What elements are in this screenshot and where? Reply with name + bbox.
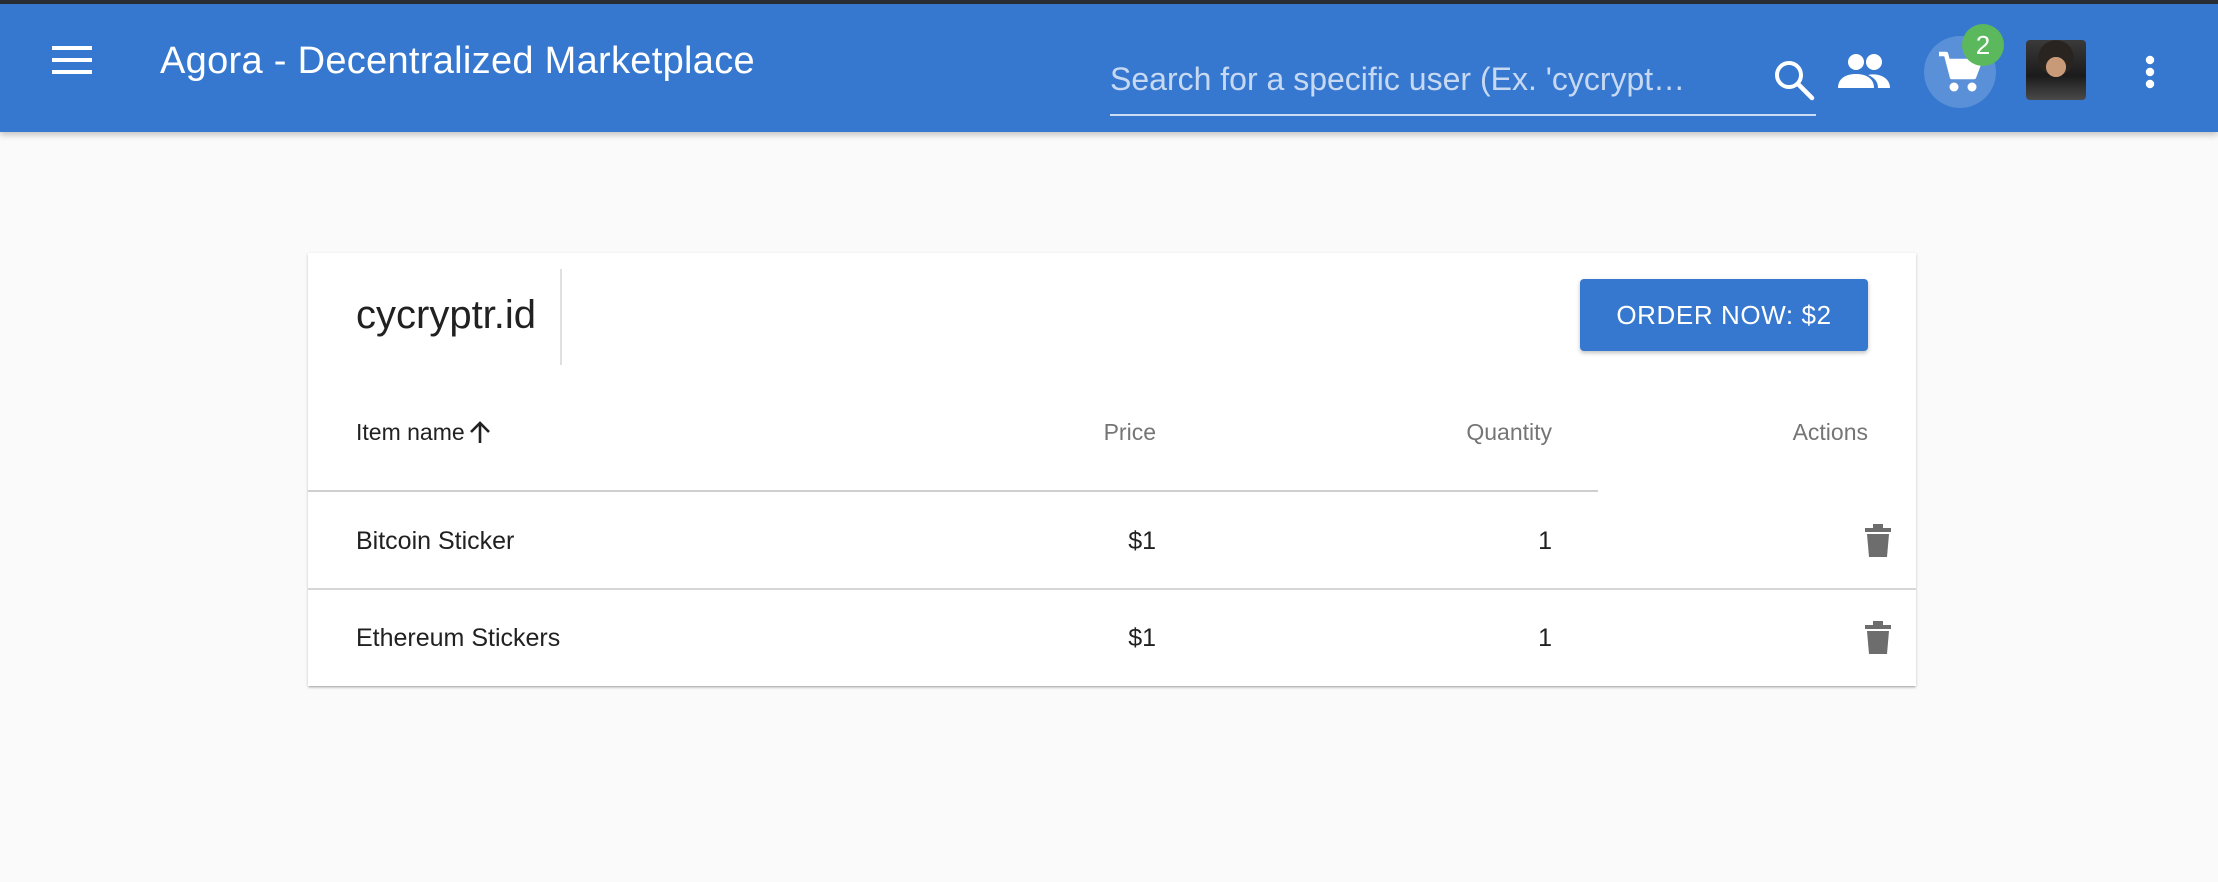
sort-ascending-icon	[469, 420, 490, 443]
table-row: Bitcoin Sticker $1 1	[308, 493, 1916, 589]
order-now-button[interactable]: ORDER NOW: $2	[1580, 279, 1868, 351]
column-header-price[interactable]: Price	[1104, 419, 1156, 446]
seller-name: cycryptr.id	[356, 293, 537, 337]
menu-button[interactable]	[44, 32, 100, 88]
column-header-quantity[interactable]: Quantity	[1466, 419, 1552, 446]
column-header-label: Item name	[356, 419, 465, 445]
divider	[560, 269, 562, 365]
users-icon[interactable]	[1836, 48, 1892, 96]
delete-icon[interactable]	[1862, 620, 1894, 656]
app-bar: Agora - Decentralized Marketplace 2	[0, 4, 2218, 132]
header-divider	[308, 490, 1598, 492]
more-vert-icon	[2145, 55, 2155, 89]
search-icon[interactable]	[1772, 58, 1816, 102]
item-name: Ethereum Stickers	[356, 624, 561, 652]
app-title: Agora - Decentralized Marketplace	[160, 40, 755, 82]
item-name: Bitcoin Sticker	[356, 527, 515, 555]
table-row: Ethereum Stickers $1 1	[308, 590, 1916, 686]
cart-count-badge: 2	[1962, 24, 2004, 66]
column-header-item-name[interactable]: Item name	[356, 419, 491, 446]
item-quantity: 1	[1538, 527, 1552, 555]
search-input[interactable]	[1110, 44, 1750, 114]
more-options-button[interactable]	[2130, 44, 2170, 100]
avatar[interactable]	[2026, 40, 2086, 100]
item-quantity: 1	[1538, 624, 1552, 652]
cart-card: cycryptr.id ORDER NOW: $2 Item name Pric…	[308, 253, 1916, 686]
user-search	[1110, 44, 1816, 116]
item-price: $1	[1128, 624, 1156, 652]
delete-icon[interactable]	[1862, 523, 1894, 559]
menu-icon	[52, 46, 92, 74]
column-header-actions: Actions	[1792, 419, 1868, 445]
item-price: $1	[1128, 527, 1156, 555]
cart-card-header: cycryptr.id ORDER NOW: $2	[308, 253, 1916, 381]
